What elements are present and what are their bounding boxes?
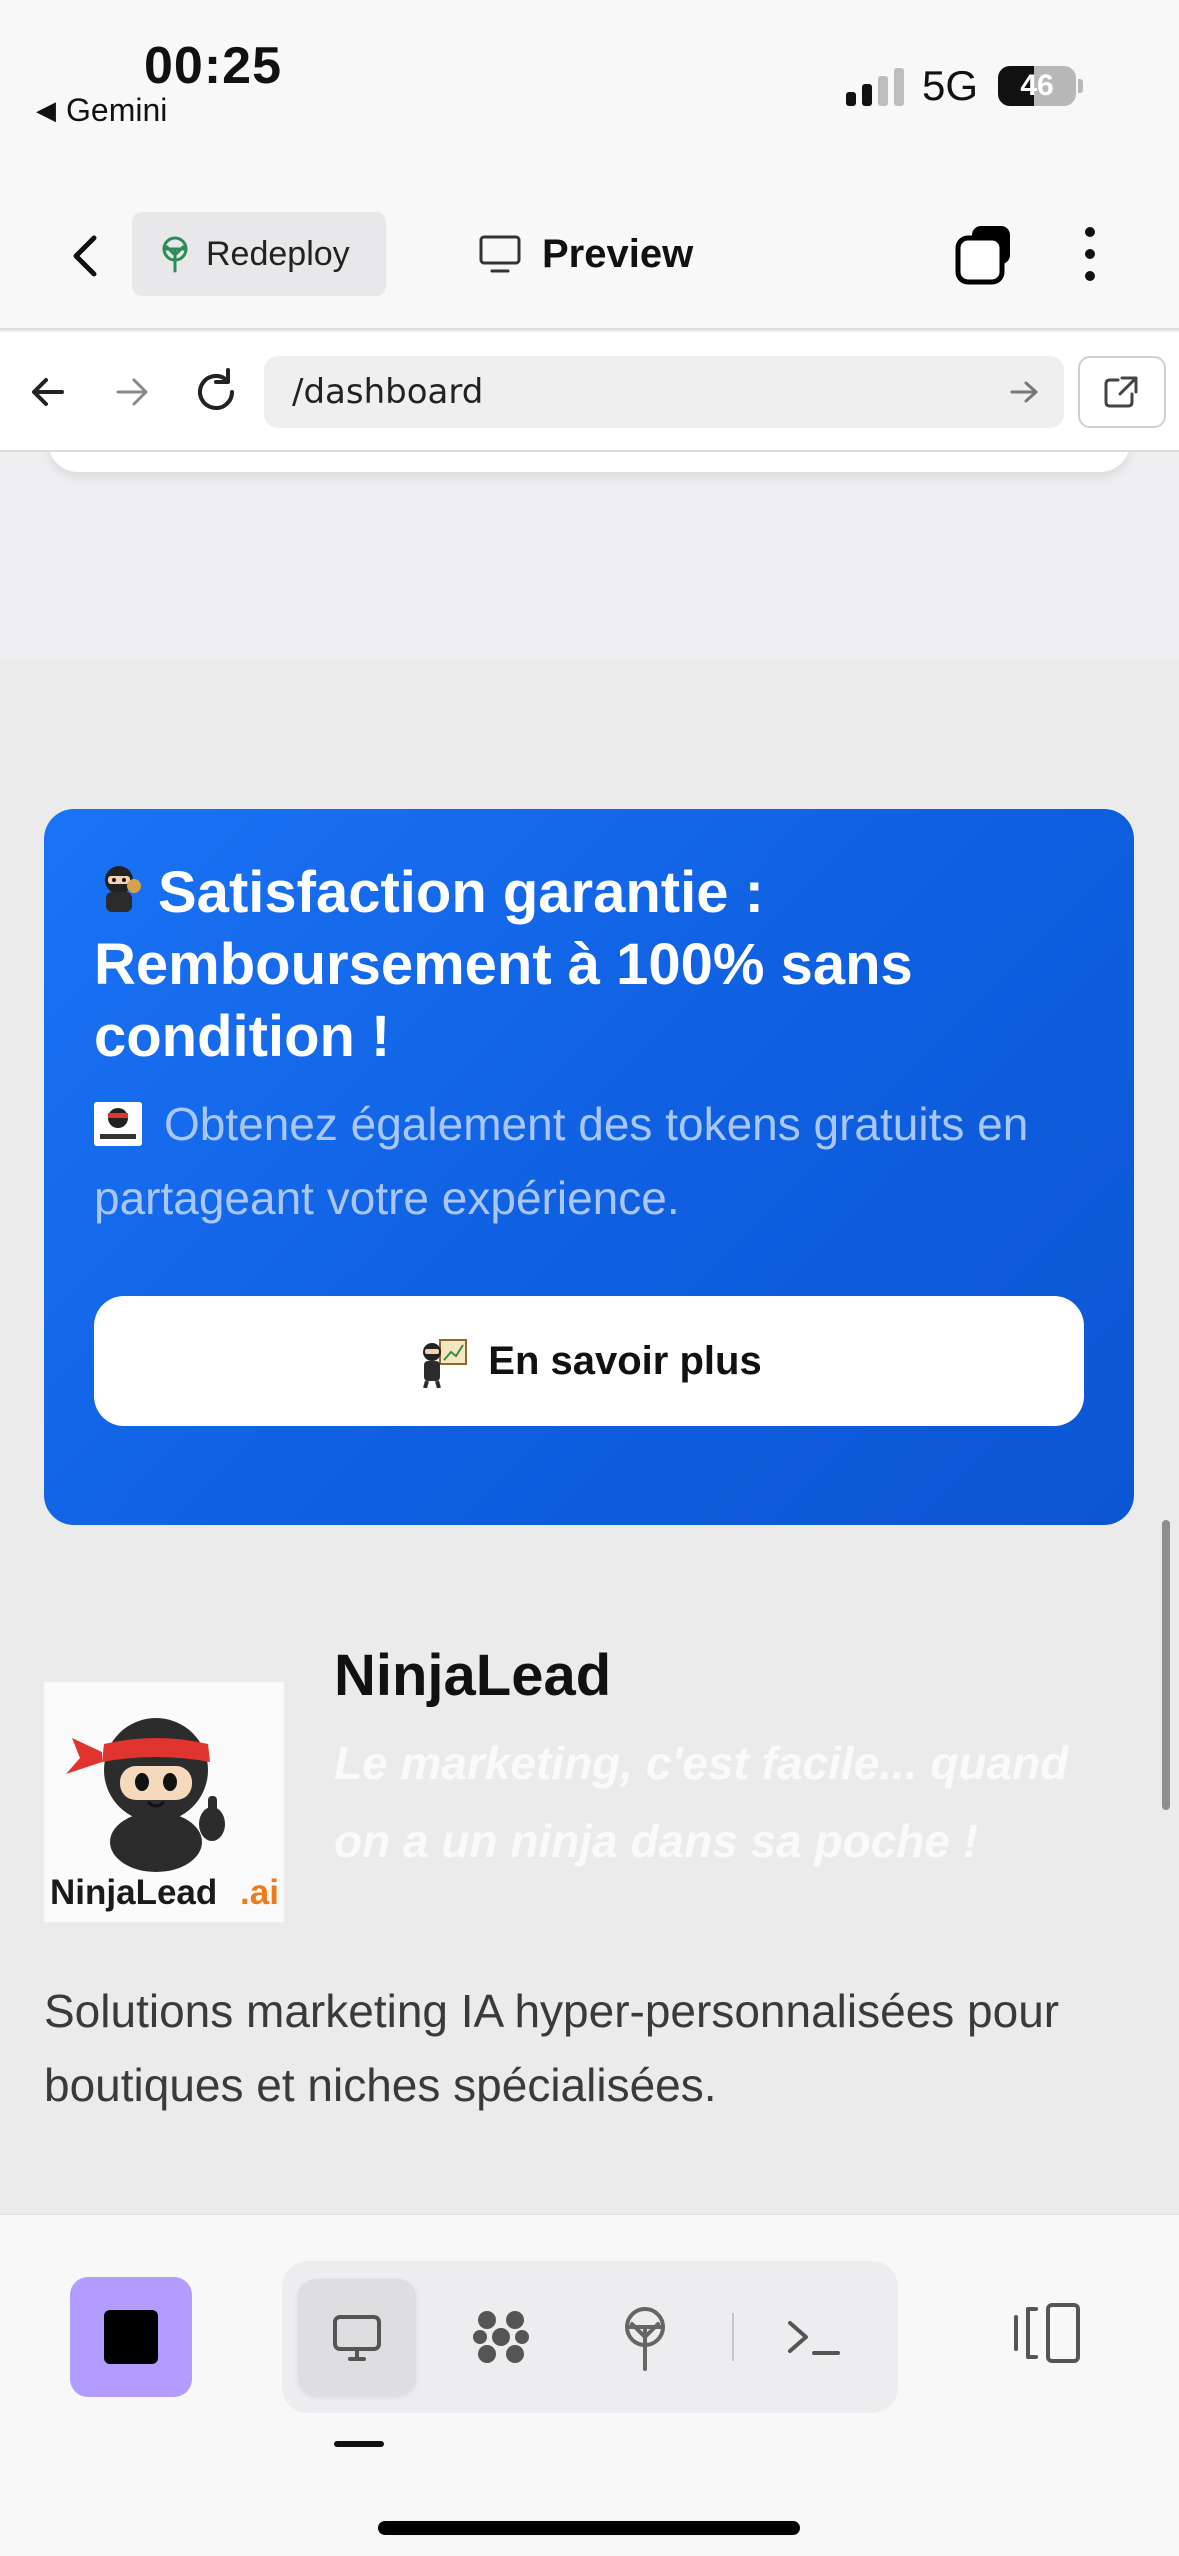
battery-icon: 46 (998, 66, 1076, 106)
open-external-button[interactable] (1078, 356, 1166, 428)
redeploy-button[interactable]: Redeploy (132, 212, 386, 296)
brand-description: Solutions marketing IA hyper-personnalis… (44, 1985, 1060, 2111)
terminal-view-button[interactable] (754, 2279, 872, 2395)
signal-strength-icon (846, 66, 904, 106)
split-view-icon (1014, 2303, 1080, 2363)
ninja-presenter-icon (423, 1339, 468, 1388)
status-bar: 00:25 ◀ Gemini 5G 46 (0, 0, 1179, 190)
monitor-icon (333, 2315, 381, 2361)
back-to-app-link[interactable]: ◀ Gemini (36, 92, 167, 129)
stop-button[interactable] (70, 2277, 192, 2397)
home-indicator (378, 2521, 800, 2535)
network-type: 5G (922, 62, 979, 109)
preview-button[interactable]: Preview (478, 222, 693, 286)
terminal-icon (788, 2321, 840, 2355)
arrow-right-icon (116, 378, 148, 406)
back-triangle-icon: ◀ (36, 95, 56, 125)
brand-name: NinjaLead (334, 1643, 612, 1708)
monitor-icon (479, 235, 521, 273)
apps-view-button[interactable] (442, 2279, 560, 2395)
browser-forward-button[interactable] (102, 362, 162, 422)
preview-label: Preview (542, 231, 694, 276)
learn-more-label: En savoir plus (488, 1338, 762, 1383)
browser-back-button[interactable] (18, 362, 78, 422)
sprout-icon (625, 2307, 665, 2371)
split-view-button[interactable] (1008, 2293, 1088, 2373)
apps-icon (473, 2311, 529, 2363)
deploy-view-button[interactable] (586, 2279, 704, 2395)
toolbar-divider (732, 2313, 734, 2361)
active-tab-indicator (334, 2441, 384, 2447)
bottom-toolbar (0, 2214, 1179, 2556)
brand-tagline: Le marketing, c'est facile... quand on a… (334, 1737, 1069, 1867)
learn-more-button[interactable]: En savoir plus (94, 1296, 1084, 1426)
arrow-left-icon (32, 378, 64, 406)
tabs-icon (955, 226, 1010, 285)
ninjalead-logo-icon (94, 1102, 142, 1146)
card-bottom-edge (48, 452, 1130, 472)
redeploy-label: Redeploy (206, 234, 350, 273)
logo-wordmark-suffix: .ai (240, 1873, 279, 1912)
battery-cap (1078, 79, 1083, 93)
sprout-icon (162, 236, 188, 273)
battery-percent: 46 (1020, 69, 1054, 102)
logo-wordmark: NinjaLead (50, 1873, 217, 1912)
tabs-button[interactable] (952, 222, 1016, 286)
back-button[interactable] (60, 226, 110, 286)
chevron-left-icon (73, 235, 97, 277)
status-time: 00:25 (144, 37, 282, 95)
browser-toolbar: /dashboard (0, 332, 1179, 452)
back-app-label: Gemini (66, 92, 168, 128)
more-options-button[interactable] (1070, 222, 1110, 286)
reload-button[interactable] (186, 362, 246, 422)
external-link-icon (1104, 376, 1138, 408)
preview-view-button[interactable] (298, 2279, 416, 2395)
web-content: Satisfaction garantie : Remboursement à … (0, 452, 1179, 2214)
banner-title: Satisfaction garantie : Remboursement à … (94, 860, 913, 1069)
url-text[interactable]: /dashboard (292, 356, 483, 428)
section-background (0, 452, 1179, 660)
ninja-mascot-icon: NinjaLead .ai (44, 1682, 284, 1922)
arrow-right-icon[interactable] (1004, 372, 1044, 412)
banner-subtitle: Obtenez également des tokens gratuits en… (94, 1098, 1029, 1224)
more-vertical-icon (1085, 227, 1095, 281)
view-switcher (282, 2261, 898, 2413)
url-bar[interactable]: /dashboard (264, 356, 1064, 428)
page-scrollbar[interactable] (1162, 1520, 1170, 1810)
stop-icon (104, 2310, 158, 2364)
ninja-emoji-icon (105, 866, 141, 912)
guarantee-banner: Satisfaction garantie : Remboursement à … (44, 809, 1134, 1525)
reload-icon (198, 368, 234, 410)
app-header: Redeploy Preview (0, 190, 1179, 330)
ninjalead-logo: NinjaLead .ai (44, 1682, 284, 1922)
